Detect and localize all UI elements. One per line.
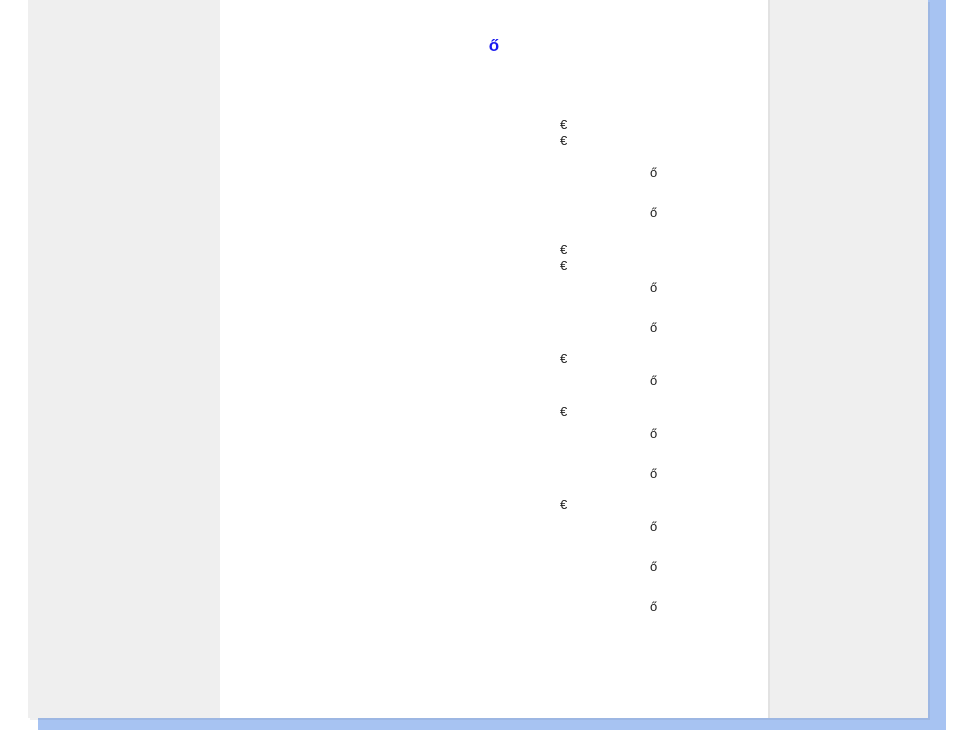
bullet-euro: € [560, 259, 567, 272]
bullet-euro: € [560, 134, 567, 147]
bullet-o: ő [650, 520, 657, 533]
document-page: ő € € € € € € € ő ő ő ő ő ő ő ő ő ő [220, 0, 768, 718]
document-viewer: ő € € € € € € € ő ő ő ő ő ő ő ő ő ő [28, 0, 928, 718]
bullet-o: ő [650, 600, 657, 613]
bullet-euro: € [560, 243, 567, 256]
bullet-euro: € [560, 498, 567, 511]
bullet-o: ő [650, 281, 657, 294]
bullet-o: ő [650, 427, 657, 440]
bullet-euro: € [560, 352, 567, 365]
bullet-o: ő [650, 374, 657, 387]
bullet-euro: € [560, 405, 567, 418]
bullet-o: ő [650, 560, 657, 573]
bullet-o: ő [650, 166, 657, 179]
page-right-edge [768, 0, 770, 718]
bullet-o: ő [650, 467, 657, 480]
left-margin [28, 0, 220, 718]
bullet-euro: € [560, 118, 567, 131]
right-margin [768, 0, 928, 718]
page-title: ő [220, 36, 768, 56]
bullet-o: ő [650, 321, 657, 334]
bullet-o: ő [650, 206, 657, 219]
